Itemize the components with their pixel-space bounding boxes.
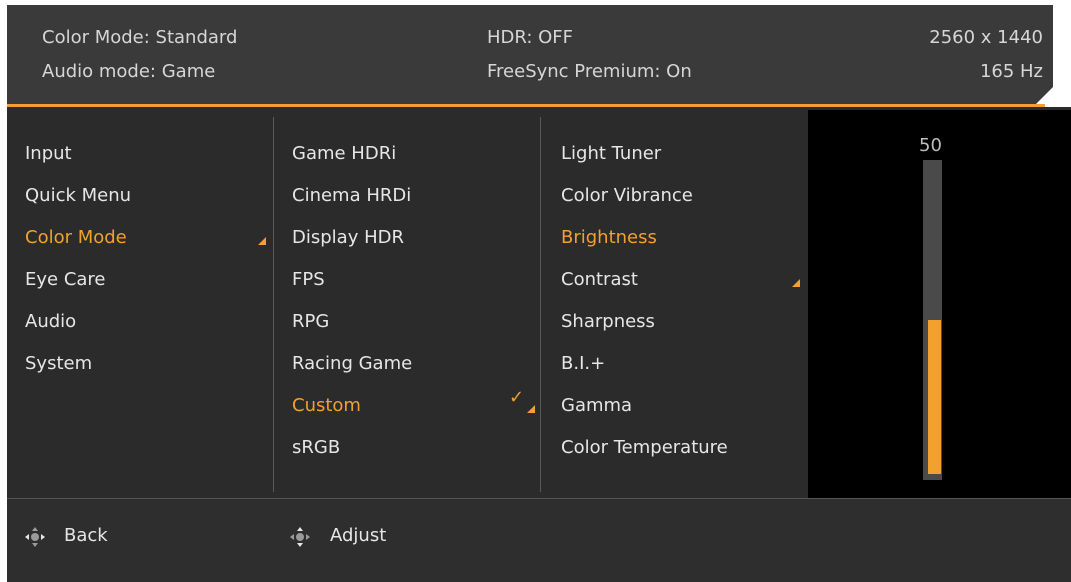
menu-item-srgb[interactable]: sRGB (292, 437, 340, 459)
audio-mode-status: Audio mode: Game (42, 61, 216, 82)
menu-item-quick-menu[interactable]: Quick Menu (25, 185, 131, 207)
joystick-left-right-icon (25, 527, 45, 547)
menu-item-color-temperature[interactable]: Color Temperature (561, 437, 728, 459)
menu-item-rpg[interactable]: RPG (292, 311, 329, 333)
slider-value: 50 (919, 135, 942, 156)
status-header (7, 5, 1053, 105)
menu-item-light-tuner[interactable]: Light Tuner (561, 143, 661, 165)
submenu-arrow-icon (527, 405, 535, 413)
menu-item-color-vibrance[interactable]: Color Vibrance (561, 185, 693, 207)
color-mode-status: Color Mode: Standard (42, 27, 238, 48)
menu-item-gamma[interactable]: Gamma (561, 395, 632, 417)
hdr-status: HDR: OFF (487, 27, 574, 48)
submenu-arrow-icon (792, 279, 800, 287)
menu-item-sharpness[interactable]: Sharpness (561, 311, 655, 333)
menu-item-b-i[interactable]: B.I.+ (561, 353, 605, 375)
menu-item-color-mode[interactable]: Color Mode (25, 227, 127, 249)
refresh-rate-status: 165 Hz (979, 61, 1043, 82)
joystick-up-down-icon (290, 527, 310, 547)
menu-item-custom[interactable]: Custom (292, 395, 361, 417)
menu-item-system[interactable]: System (25, 353, 92, 375)
column-divider (273, 117, 274, 492)
checkmark-icon: ✓ (509, 387, 525, 408)
menu-item-contrast[interactable]: Contrast (561, 269, 638, 291)
menu-item-cinema-hrdi[interactable]: Cinema HRDi (292, 185, 411, 207)
menu-item-audio[interactable]: Audio (25, 311, 76, 333)
footer-bar (7, 498, 1071, 582)
adjust-hint: Adjust (330, 525, 387, 546)
freesync-status: FreeSync Premium: On (487, 61, 692, 82)
resolution-status: 2560 x 1440 (929, 27, 1043, 48)
menu-item-eye-care[interactable]: Eye Care (25, 269, 106, 291)
back-hint: Back (64, 525, 108, 546)
menu-item-display-hdr[interactable]: Display HDR (292, 227, 404, 249)
menu-item-input[interactable]: Input (25, 143, 72, 165)
submenu-arrow-icon (258, 237, 266, 245)
menu-item-racing-game[interactable]: Racing Game (292, 353, 412, 375)
monitor-osd: Color Mode: Standard Audio mode: Game HD… (0, 0, 1071, 582)
menu-item-fps[interactable]: FPS (292, 269, 325, 291)
menu-item-game-hdri[interactable]: Game HDRi (292, 143, 396, 165)
column-divider (540, 117, 541, 492)
menu-item-brightness[interactable]: Brightness (561, 227, 657, 249)
slider-fill (928, 320, 941, 474)
